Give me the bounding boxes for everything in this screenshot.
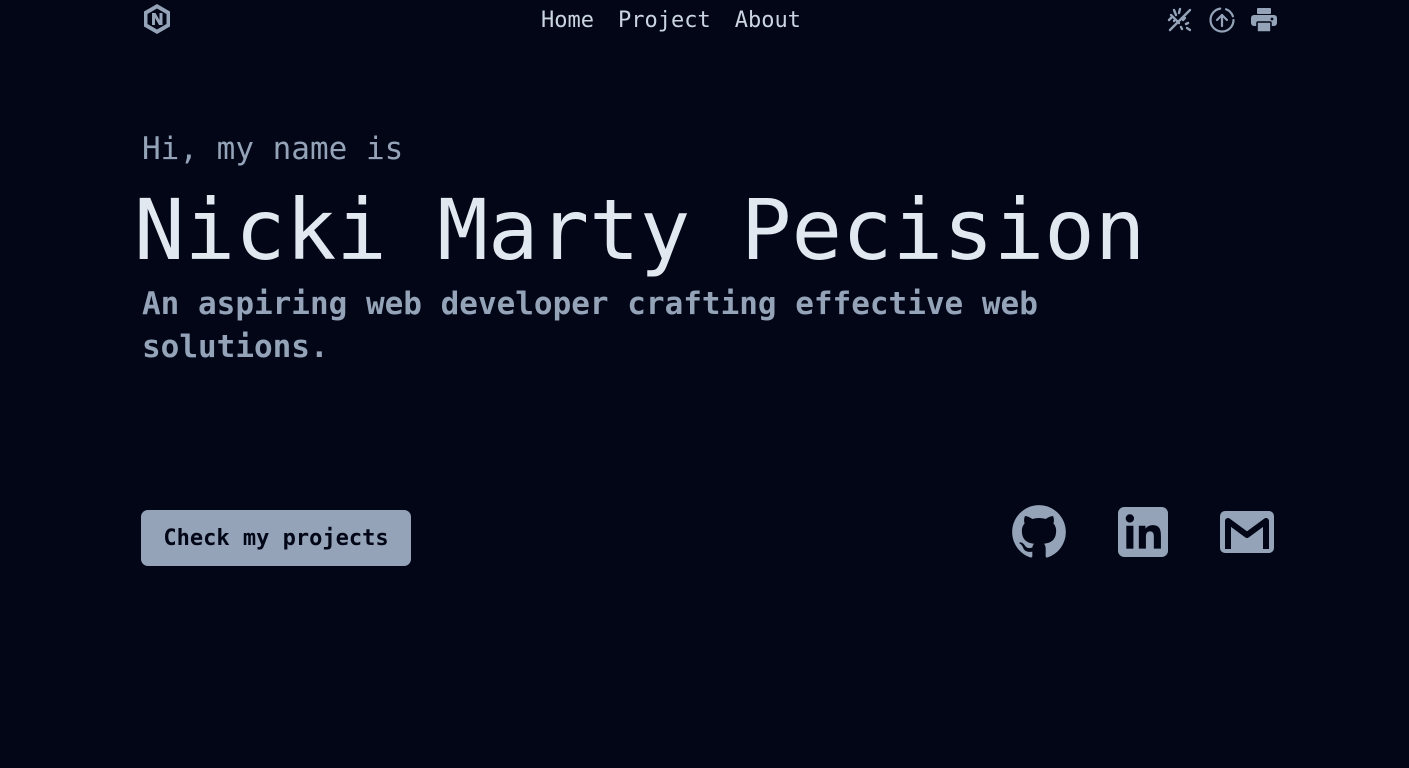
scroll-top-icon[interactable] <box>1207 5 1237 35</box>
nav-home-link[interactable]: Home <box>541 8 594 33</box>
printer-icon[interactable] <box>1249 5 1279 35</box>
main-nav: Home Project About <box>541 4 801 36</box>
theme-toggle-icon[interactable] <box>1165 5 1195 35</box>
hero-name: Nicki Marty Pecision <box>134 181 1146 279</box>
nav-project-link[interactable]: Project <box>618 8 711 33</box>
hexagon-n-logo-icon[interactable] <box>142 3 172 35</box>
header-tools <box>1165 4 1279 36</box>
nav-about-link[interactable]: About <box>735 8 801 33</box>
hero-greeting: Hi, my name is <box>142 131 404 167</box>
hero-tagline: An aspiring web developer crafting effec… <box>142 286 1038 365</box>
social-links <box>1010 503 1276 561</box>
linkedin-icon[interactable] <box>1114 503 1172 561</box>
check-projects-button[interactable]: Check my projects <box>141 510 411 566</box>
gmail-icon[interactable] <box>1218 503 1276 561</box>
portfolio-page: Home Project About Hi, my name is Nicki … <box>0 0 1409 768</box>
github-icon[interactable] <box>1010 503 1068 561</box>
